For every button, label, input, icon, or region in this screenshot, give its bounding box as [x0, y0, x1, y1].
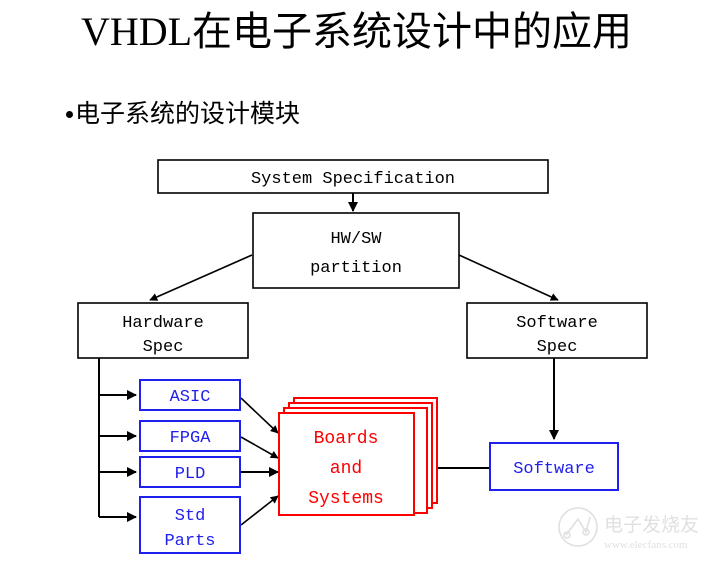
node-boards-label-2: and — [330, 459, 362, 479]
connector-fpga-to-boards — [240, 436, 279, 459]
node-hardware-spec-label-1: Hardware — [122, 314, 204, 333]
node-std-parts: Std Parts — [139, 496, 241, 554]
node-boards-and-systems: Boards and Systems — [278, 397, 438, 516]
node-fpga: FPGA — [139, 420, 241, 452]
bullet-dot-icon — [66, 110, 73, 118]
design-flow-diagram: System Specification HW/SW partition Har… — [77, 159, 648, 554]
node-hwsw-partition-label-1: HW/SW — [330, 230, 382, 249]
bullet-item-label: 电子系统的设计模块 — [75, 101, 301, 128]
node-system-specification: System Specification — [157, 159, 549, 194]
connector-partition-to-hardwarespec — [149, 254, 253, 301]
node-fpga-label: FPGA — [170, 429, 212, 448]
node-pld: PLD — [139, 456, 241, 488]
node-pld-label: PLD — [175, 465, 206, 484]
bullet-item: 电子系统的设计模块 — [66, 100, 300, 130]
node-software-spec: Software Spec — [466, 302, 648, 359]
connector-stdparts-to-boards — [240, 495, 279, 526]
slide-canvas: VHDL在电子系统设计中的应用 电子系统的设计模块 System Specifi… — [0, 0, 713, 563]
node-software-spec-label-2: Spec — [537, 338, 578, 357]
node-hwsw-partition-label-2: partition — [310, 259, 402, 278]
node-std-parts-label-2: Parts — [164, 532, 215, 551]
node-hardware-spec-label-2: Spec — [143, 338, 184, 357]
node-boards-label-1: Boards — [314, 429, 379, 449]
page-title: VHDL在电子系统设计中的应用 — [80, 9, 633, 54]
node-asic: ASIC — [139, 379, 241, 411]
connector-partition-to-softwarespec — [458, 254, 559, 301]
node-asic-label: ASIC — [170, 388, 211, 407]
node-software-spec-label-1: Software — [516, 314, 598, 333]
node-boards-label-3: Systems — [308, 489, 384, 509]
node-hardware-spec: Hardware Spec — [77, 302, 249, 359]
node-software-label: Software — [513, 460, 595, 479]
node-hwsw-partition: HW/SW partition — [252, 212, 460, 289]
node-std-parts-label-1: Std — [175, 507, 206, 526]
node-software: Software — [489, 442, 619, 491]
connector-asic-to-boards — [240, 397, 279, 434]
node-system-specification-label: System Specification — [251, 170, 455, 189]
